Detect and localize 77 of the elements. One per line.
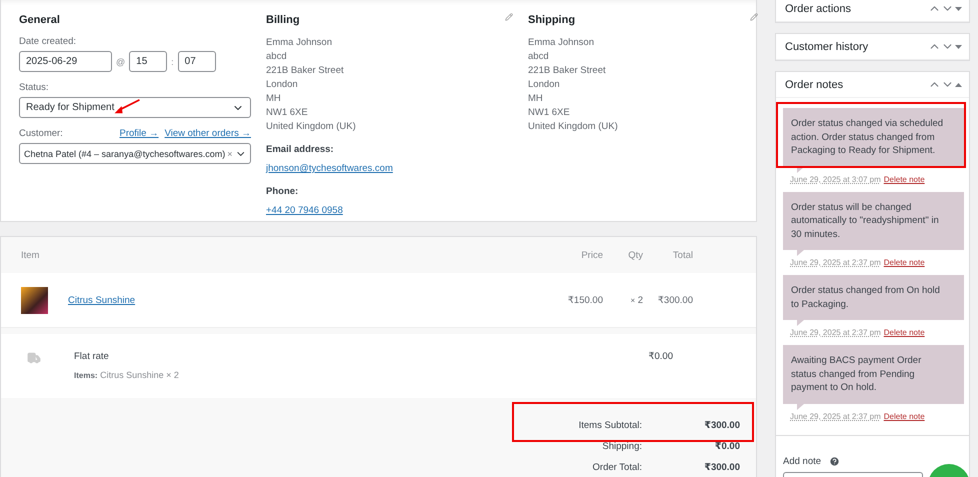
field-label: Status: bbox=[19, 82, 50, 93]
section-title: General bbox=[19, 14, 61, 26]
customer-select[interactable]: Chetna Patel (#4 – saranya@tychesoftwares.com) × bbox=[19, 143, 251, 164]
bubble-tail bbox=[797, 250, 804, 256]
panel-title: Order actions bbox=[785, 2, 852, 14]
phone-link[interactable]: +44 20 7946 0958 bbox=[266, 205, 343, 216]
date-field[interactable]: 2025-06-29 bbox=[19, 51, 112, 72]
address-line: MH bbox=[266, 92, 282, 106]
status-select[interactable]: Ready for Shipment bbox=[19, 97, 251, 118]
column-header: Price bbox=[580, 250, 603, 260]
section-title: Billing bbox=[266, 14, 300, 26]
address-line: London bbox=[266, 78, 299, 92]
address-line: United Kingdom (UK) bbox=[528, 120, 619, 134]
address-line: MH bbox=[528, 92, 544, 106]
address-line: 221B Baker Street bbox=[528, 64, 607, 78]
column-header: Total bbox=[672, 250, 693, 260]
field-label: Add note bbox=[783, 456, 822, 466]
edit-icon[interactable] bbox=[750, 13, 758, 21]
bubble-tail bbox=[797, 404, 804, 410]
column-header: Qty bbox=[627, 250, 643, 260]
shipping-items: Items: Citrus Sunshine × 2 bbox=[74, 370, 180, 380]
delete-note-link[interactable]: Delete note bbox=[884, 174, 925, 184]
total-value: ₹300.00 bbox=[703, 462, 740, 473]
address-line: London bbox=[528, 78, 561, 92]
minute-field[interactable]: 07 bbox=[178, 51, 216, 72]
shipping-method: Flat rate bbox=[74, 351, 110, 362]
product-link[interactable]: Citrus Sunshine bbox=[68, 294, 136, 306]
note-date: June 29, 2025 at 2:37 pm bbox=[790, 258, 881, 267]
panel-title: Order notes bbox=[785, 78, 844, 90]
edit-icon[interactable] bbox=[505, 13, 513, 21]
profile-link[interactable]: Profile → bbox=[120, 128, 159, 139]
caret-down-icon[interactable] bbox=[954, 4, 963, 13]
total-label: Order Total: bbox=[592, 462, 642, 473]
caret-down-icon[interactable] bbox=[954, 42, 963, 51]
note-date: June 29, 2025 at 2:37 pm bbox=[790, 412, 881, 420]
hour-field[interactable]: 15 bbox=[129, 51, 168, 72]
total-cell-text: ₹0.00 bbox=[647, 351, 673, 364]
note-date: June 29, 2025 at 3:07 pm bbox=[790, 174, 881, 184]
delete-note-link[interactable]: Delete note bbox=[884, 328, 925, 337]
total-label: Shipping: bbox=[601, 441, 642, 452]
total-label: Items Subtotal: bbox=[578, 420, 642, 431]
note-date: June 29, 2025 at 2:37 pm bbox=[790, 328, 881, 337]
address-line: NW1 6XE bbox=[528, 106, 571, 120]
column-header: Item bbox=[21, 250, 40, 260]
address-line: NW1 6XE bbox=[266, 106, 309, 120]
truck-icon bbox=[27, 351, 41, 365]
address-line: abcd bbox=[266, 50, 288, 64]
price-cell-text: ₹150.00 bbox=[566, 294, 603, 306]
field-label: Date created: bbox=[19, 36, 78, 47]
note-bubble: Order status changed from On hold to Packaging. bbox=[783, 275, 964, 320]
photo-placeholder bbox=[21, 286, 48, 314]
bubble-tail bbox=[797, 320, 804, 326]
separator-text: : bbox=[171, 56, 174, 66]
field-label: Customer: bbox=[19, 128, 63, 139]
delete-note-link[interactable]: Delete note bbox=[884, 412, 925, 420]
total-cell-text: ₹300.00 bbox=[656, 294, 693, 306]
address-line: 221B Baker Street bbox=[266, 64, 345, 78]
address-line: Emma Johnson bbox=[528, 36, 596, 50]
section-title: Shipping bbox=[528, 14, 576, 26]
email-link[interactable]: jhonson@tychesoftwares.com bbox=[266, 163, 393, 174]
address-line: Emma Johnson bbox=[266, 36, 334, 50]
clear-button[interactable]: × bbox=[227, 148, 232, 158]
total-value: ₹0.00 bbox=[714, 441, 740, 452]
delete-note-link[interactable]: Delete note bbox=[884, 258, 925, 267]
separator-text: @ bbox=[116, 56, 126, 66]
address-line: United Kingdom (UK) bbox=[266, 120, 357, 134]
note-bubble: Order status will be changed automatically to "readyshipment" in 30 minutes. bbox=[783, 192, 964, 250]
panel-title: Customer history bbox=[785, 40, 870, 52]
field-label: Phone: bbox=[266, 186, 300, 197]
help-icon bbox=[829, 456, 840, 466]
field-label: Email address: bbox=[266, 144, 335, 155]
note-bubble: Order status changed via scheduled action. Order status changed from Packaging to Ready for Shipment. bbox=[783, 108, 964, 166]
note-bubble: Awaiting BACS payment Order status changed from Pending payment to On hold. bbox=[783, 345, 964, 404]
address-line: abcd bbox=[528, 50, 550, 64]
total-value: ₹300.00 bbox=[703, 420, 740, 431]
bubble-tail bbox=[797, 166, 804, 172]
orders-link[interactable]: View other orders → bbox=[164, 128, 251, 139]
